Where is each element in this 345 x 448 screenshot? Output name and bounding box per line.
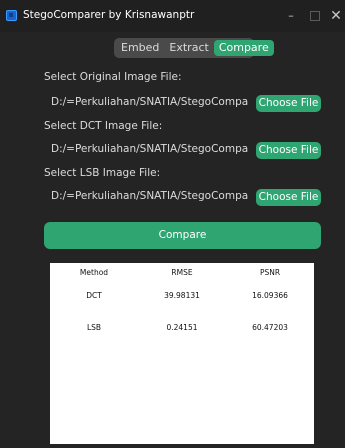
row-lsb-rmse: 0.24151 [166, 323, 198, 332]
app-icon [6, 10, 17, 21]
choose-original-button[interactable]: Choose File [256, 95, 321, 112]
header-psnr: PSNR [259, 268, 281, 277]
lsb-image-label: Select LSB Image File: [44, 167, 161, 179]
maximize-icon[interactable] [305, 6, 325, 26]
choose-lsb-button[interactable]: Choose File [256, 189, 321, 206]
compare-button[interactable]: Compare [44, 222, 321, 249]
minimize-icon[interactable]: – [281, 6, 301, 26]
mode-tabs: Embed Extract Compare [114, 38, 274, 58]
row-dct-rmse: 39.98131 [164, 291, 200, 300]
tab-extract[interactable]: Extract [164, 40, 213, 56]
tab-embed[interactable]: Embed [116, 40, 164, 56]
header-method: Method [79, 268, 109, 277]
original-image-label: Select Original Image File: [44, 71, 182, 83]
lsb-path-field[interactable]: D:/=Perkuliahan/SNATIA/StegoComparer [44, 188, 249, 205]
dct-image-label: Select DCT Image File: [44, 120, 163, 132]
row-lsb-method: LSB [86, 323, 102, 332]
row-dct-psnr: 16.09366 [252, 291, 288, 300]
choose-dct-button[interactable]: Choose File [256, 142, 321, 159]
dct-path-field[interactable]: D:/=Perkuliahan/SNATIA/StegoComparer [44, 141, 249, 158]
title-bar: StegoComparer by Krisnawanptr – ✕ [0, 0, 345, 32]
tab-compare[interactable]: Compare [213, 40, 274, 56]
close-icon[interactable]: ✕ [326, 6, 345, 26]
window-title: StegoComparer by Krisnawanptr [23, 9, 195, 21]
row-lsb-psnr: 60.47203 [252, 323, 288, 332]
original-path-field[interactable]: D:/=Perkuliahan/SNATIA/StegoComparer [44, 94, 249, 111]
row-dct-method: DCT [86, 291, 102, 300]
header-rmse: RMSE [171, 268, 193, 277]
results-table: Method RMSE PSNR DCT 39.98131 16.09366 L… [50, 263, 314, 444]
